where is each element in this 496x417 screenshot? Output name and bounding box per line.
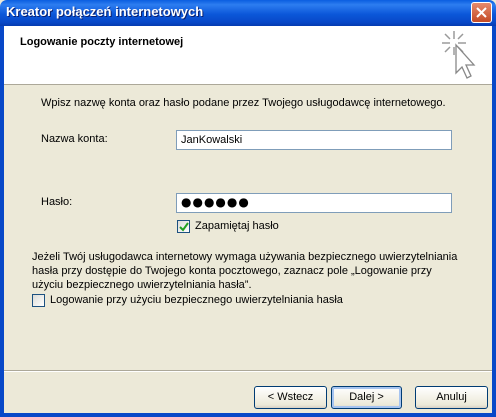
back-button[interactable]: < Wstecz	[254, 386, 327, 409]
remember-password-checkbox[interactable]	[177, 220, 190, 233]
next-button[interactable]: Dalej >	[331, 386, 402, 409]
wizard-content: Wpisz nazwę konta oraz hasło podane prze…	[4, 85, 492, 368]
wizard-header: Logowanie poczty internetowej	[4, 26, 492, 85]
window-frame-right	[492, 26, 496, 417]
window-title: Kreator połączeń internetowych	[6, 4, 204, 19]
close-icon	[476, 7, 487, 18]
spa-info-line-1: Jeżeli Twój usługodawca internetowy wyma…	[32, 251, 458, 263]
close-button[interactable]	[471, 2, 492, 23]
spa-info-line-2: hasła przy dostępie do Twojego konta poc…	[32, 265, 432, 277]
remember-password-label[interactable]: Zapamiętaj hasło	[195, 220, 279, 232]
spa-login-checkbox[interactable]	[32, 294, 45, 307]
window-frame-bottom	[0, 413, 496, 417]
button-separator	[4, 370, 492, 372]
wizard-cursor-icon	[442, 31, 476, 79]
checkmark-icon	[179, 222, 189, 232]
password-input[interactable]: ●●●●●●	[176, 193, 452, 213]
page-title: Logowanie poczty internetowej	[20, 36, 184, 48]
password-label: Hasło:	[41, 196, 73, 208]
cancel-button[interactable]: Anuluj	[415, 386, 488, 409]
spa-info-line-3: użyciu bezpiecznego uwierzytelniania has…	[32, 279, 252, 291]
spa-login-label[interactable]: Logowanie przy użyciu bezpiecznego uwier…	[50, 294, 343, 306]
title-bar[interactable]: Kreator połączeń internetowych	[0, 0, 496, 26]
instruction-text: Wpisz nazwę konta oraz hasło podane prze…	[41, 97, 446, 109]
account-name-label: Nazwa konta:	[41, 133, 108, 145]
account-name-input[interactable]: JanKowalski	[176, 130, 452, 150]
